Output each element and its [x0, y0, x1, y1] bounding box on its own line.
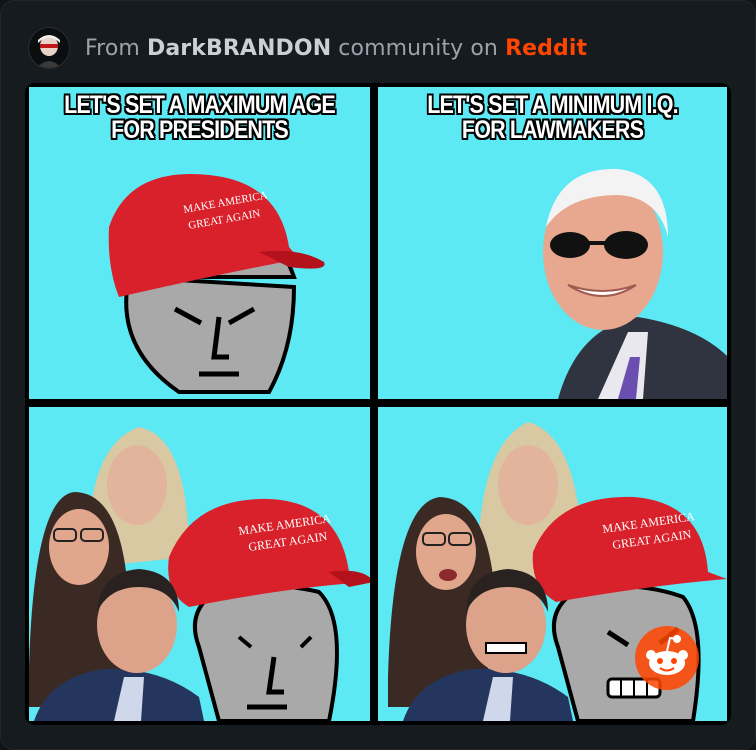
attribution-prefix: From — [85, 35, 147, 61]
reddit-link[interactable]: Reddit — [505, 36, 587, 61]
post-header: From DarkBRANDON community on Reddit — [29, 27, 587, 69]
reddit-logo-icon — [635, 626, 699, 690]
community-name-link[interactable]: DarkBRANDON — [147, 36, 331, 61]
caption-line: LET'S SET A MAXIMUM AGE — [64, 91, 336, 119]
attribution-middle: community on — [331, 35, 506, 61]
meme-panel-1: MAKE AMERICA GREAT AGAIN LET'S SET A MAX… — [29, 87, 370, 399]
npc-character-illustration: MAKE AMERICA GREAT AGAIN — [108, 174, 325, 394]
post-card: From DarkBRANDON community on Reddit MAK… — [0, 0, 756, 750]
meme-image[interactable]: MAKE AMERICA GREAT AGAIN LET'S SET A MAX… — [25, 83, 731, 725]
meme-panel-4: MAKE AMERICA GREAT AGAIN — [378, 407, 727, 721]
panel-2-caption: LET'S SET A MINIMUM I.Q. FOR LAWMAKERS — [402, 93, 702, 143]
man-with-sunglasses-photo — [543, 168, 727, 399]
panel-1-caption: LET'S SET A MAXIMUM AGE FOR PRESIDENTS — [53, 93, 346, 143]
caption-line: FOR LAWMAKERS — [461, 116, 644, 144]
caption-line: FOR PRESIDENTS — [111, 116, 289, 144]
caption-line: LET'S SET A MINIMUM I.Q. — [427, 91, 678, 119]
community-avatar[interactable] — [29, 28, 69, 68]
meme-panel-3: MAKE AMERICA GREAT AGAIN — [29, 407, 370, 721]
community-attribution: From DarkBRANDON community on Reddit — [85, 36, 587, 61]
lawmakers-and-npc-illustration: MAKE AMERICA GREAT AGAIN — [29, 427, 370, 721]
meme-panel-2: LET'S SET A MINIMUM I.Q. FOR LAWMAKERS — [378, 87, 727, 399]
